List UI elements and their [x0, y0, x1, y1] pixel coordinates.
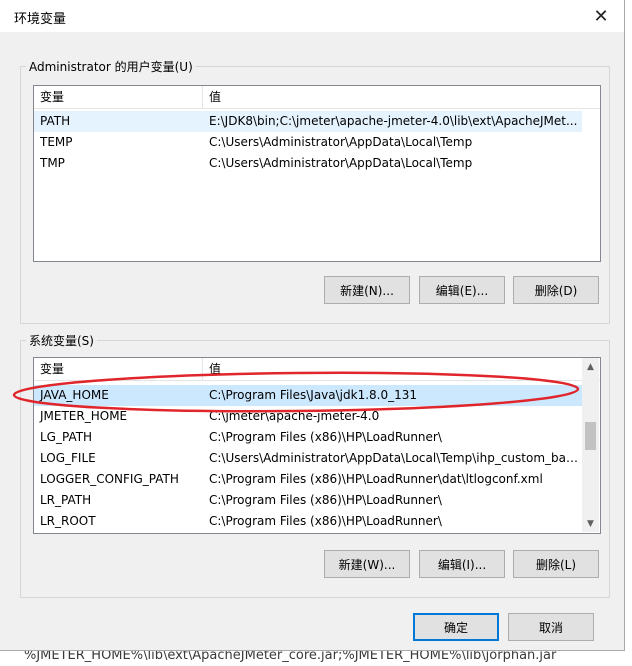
variable-value: E:\JDK8\bin;C:\jmeter\apache-jmeter-4.0\…	[209, 114, 578, 128]
table-row[interactable]: JMETER_HOME C:\jmeter\apache-jmeter-4.0	[34, 406, 582, 427]
system-variables-label: 系统变量(S)	[26, 332, 97, 349]
variable-name: PATH	[40, 114, 71, 128]
system-edit-button[interactable]: 编辑(I)...	[419, 550, 505, 578]
table-row[interactable]: LOG_FILE C:\Users\Administrator\AppData\…	[34, 448, 582, 469]
system-delete-button[interactable]: 删除(L)	[513, 550, 599, 578]
variable-value: C:\jmeter\apache-jmeter-4.0	[209, 409, 380, 423]
variable-value: C:\Program Files (x86)\HP\LoadRunner\	[209, 493, 442, 507]
user-variables-label: Administrator 的用户变量(U)	[26, 58, 196, 75]
dialog-title: 环境变量	[14, 12, 67, 27]
variable-name: LOGGER_CONFIG_PATH	[40, 472, 179, 486]
user-new-button[interactable]: 新建(N)...	[324, 276, 410, 304]
variable-value: C:\Users\Administrator\AppData\Local\Tem…	[209, 156, 473, 170]
system-variables-list[interactable]: 变量 值 JAVA_HOME C:\Program Files\Java\jdk…	[33, 357, 601, 534]
user-delete-button[interactable]: 删除(D)	[513, 276, 599, 304]
environment-variables-dialog: 环境变量 ✕ Administrator 的用户变量(U) 变量 值 PATH …	[0, 0, 625, 651]
column-header-variable[interactable]: 变量	[34, 86, 202, 108]
ok-button[interactable]: 确定	[413, 613, 499, 641]
user-edit-button[interactable]: 编辑(E)...	[419, 276, 505, 304]
column-header-value[interactable]: 值	[203, 86, 600, 108]
column-header-variable[interactable]: 变量	[34, 358, 202, 380]
table-row[interactable]: TEMP C:\Users\Administrator\AppData\Loca…	[34, 132, 582, 153]
table-row[interactable]: LR_ROOT C:\Program Files (x86)\HP\LoadRu…	[34, 511, 582, 532]
variable-value: C:\Users\Administrator\AppData\Local\Tem…	[209, 451, 582, 465]
variable-name: LR_ROOT	[40, 514, 96, 528]
variable-value: C:\Program Files\Java\jdk1.8.0_131	[209, 388, 418, 402]
title-bar: 环境变量 ✕	[0, 0, 624, 32]
variable-name: JAVA_HOME	[40, 388, 109, 402]
list-header: 变量 值	[34, 86, 600, 109]
variable-value: C:\Program Files (x86)\HP\LoadRunner\	[209, 514, 442, 528]
variable-name: LR_PATH	[40, 493, 92, 507]
chevron-down-icon[interactable]: ▼	[582, 515, 599, 532]
system-new-button[interactable]: 新建(W)...	[324, 550, 410, 578]
user-variables-list[interactable]: 变量 值 PATH E:\JDK8\bin;C:\jmeter\apache-j…	[33, 85, 601, 262]
chevron-up-icon[interactable]: ▲	[582, 358, 599, 375]
list-header: 变量 值	[34, 358, 600, 381]
variable-name: JMETER_HOME	[40, 409, 128, 423]
variable-name: TMP	[40, 156, 65, 170]
table-row[interactable]: PATH E:\JDK8\bin;C:\jmeter\apache-jmeter…	[34, 111, 582, 132]
column-header-value[interactable]: 值	[203, 358, 583, 380]
table-row-selected[interactable]: JAVA_HOME C:\Program Files\Java\jdk1.8.0…	[34, 385, 582, 406]
variable-name: LOG_FILE	[40, 451, 96, 465]
variable-value: C:\Users\Administrator\AppData\Local\Tem…	[209, 135, 473, 149]
table-row[interactable]: TMP C:\Users\Administrator\AppData\Local…	[34, 153, 582, 174]
table-row[interactable]: LG_PATH C:\Program Files (x86)\HP\LoadRu…	[34, 427, 582, 448]
scrollbar-thumb[interactable]	[585, 422, 596, 450]
vertical-scrollbar[interactable]: ▲ ▼	[582, 358, 599, 532]
table-row[interactable]: LR_PATH C:\Program Files (x86)\HP\LoadRu…	[34, 490, 582, 511]
variable-value: C:\Program Files (x86)\HP\LoadRunner\	[209, 430, 442, 444]
table-row[interactable]: LOGGER_CONFIG_PATH C:\Program Files (x86…	[34, 469, 582, 490]
cancel-button[interactable]: 取消	[508, 613, 594, 641]
variable-value: C:\Program Files (x86)\HP\LoadRunner\dat…	[209, 472, 543, 486]
close-icon: ✕	[593, 5, 609, 27]
variable-name: TEMP	[40, 135, 73, 149]
close-button[interactable]: ✕	[578, 0, 624, 32]
variable-name: LG_PATH	[40, 430, 93, 444]
